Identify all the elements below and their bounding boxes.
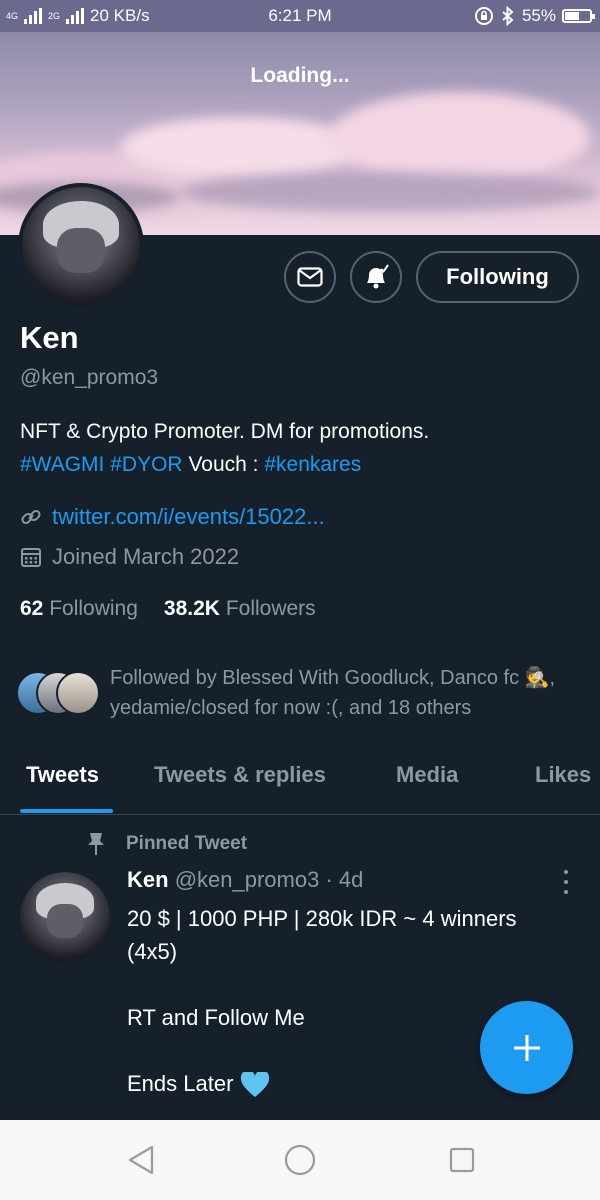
link-icon (21, 509, 41, 525)
profile-tabs: Tweets Tweets & replies Media Likes (0, 750, 600, 815)
tweet-author-avatar[interactable] (20, 872, 110, 962)
status-bar: 4G 2G 20 KB/s 6:21 PM 55% (0, 0, 600, 32)
blue-heart-icon (240, 1072, 269, 1098)
tab-tweets[interactable]: Tweets (26, 762, 99, 788)
website-row: twitter.com/i/events/15022... (20, 504, 325, 530)
profile-name: Ken (20, 320, 79, 355)
tab-media[interactable]: Media (396, 762, 458, 788)
back-icon[interactable] (126, 1144, 156, 1176)
hashtag-wagmi[interactable]: #WAGMI (20, 453, 104, 476)
pinned-tweet-label: Pinned Tweet (84, 831, 247, 857)
bell-check-icon (367, 264, 389, 289)
tab-tweets-replies[interactable]: Tweets & replies (154, 762, 326, 788)
followed-by-text: Followed by Blessed With Goodluck, Danco… (110, 667, 556, 719)
bio-vouch: Vouch : (188, 453, 259, 476)
envelope-icon (297, 267, 323, 287)
recents-icon[interactable] (449, 1144, 475, 1176)
tweet-time: · 4d (325, 867, 364, 892)
calendar-icon (21, 548, 41, 567)
bio-line-1: NFT & Crypto Promoter. DM for promotions… (20, 420, 430, 443)
profile-handle: @ken_promo3 (20, 366, 159, 389)
joined-row: Joined March 2022 (20, 544, 239, 570)
profile-avatar[interactable] (18, 183, 144, 309)
battery-percent: 55% (521, 6, 556, 25)
system-navigation-bar (0, 1120, 600, 1200)
following-button[interactable]: Following (416, 251, 579, 303)
profile-bio: NFT & Crypto Promoter. DM for promotions… (20, 415, 580, 481)
notifications-button[interactable] (350, 251, 402, 303)
followers-count-link[interactable]: 38.2K Followers (164, 597, 316, 621)
message-button[interactable] (284, 251, 336, 303)
following-count-link[interactable]: 62 Following (20, 597, 138, 621)
active-tab-indicator (20, 809, 113, 813)
hashtag-kenkares[interactable]: #kenkares (264, 453, 361, 476)
follow-counts: 62 Following 38.2K Followers (20, 597, 316, 621)
plus-icon (513, 1034, 540, 1061)
bluetooth-icon (502, 6, 514, 26)
tweet-author-name[interactable]: Ken (127, 867, 169, 892)
hashtag-dyor[interactable]: #DYOR (110, 453, 182, 476)
follower-avatars (16, 671, 100, 715)
tweet-header: Ken @ken_promo3 · 4d (127, 867, 363, 893)
followed-by[interactable]: Followed by Blessed With Goodluck, Danco… (16, 663, 570, 723)
compose-tweet-button[interactable] (480, 1001, 573, 1094)
rotation-lock-icon (474, 7, 493, 25)
home-icon[interactable] (284, 1144, 316, 1176)
tweet-more-button[interactable] (558, 870, 574, 894)
pin-icon (88, 833, 104, 855)
banner-loading-text: Loading... (250, 64, 350, 87)
battery-icon (562, 9, 595, 23)
tab-likes[interactable]: Likes (535, 762, 591, 788)
joined-date: Joined March 2022 (52, 544, 240, 569)
tweet-author-handle: @ken_promo3 (174, 867, 320, 892)
website-link[interactable]: twitter.com/i/events/15022... (52, 504, 325, 530)
